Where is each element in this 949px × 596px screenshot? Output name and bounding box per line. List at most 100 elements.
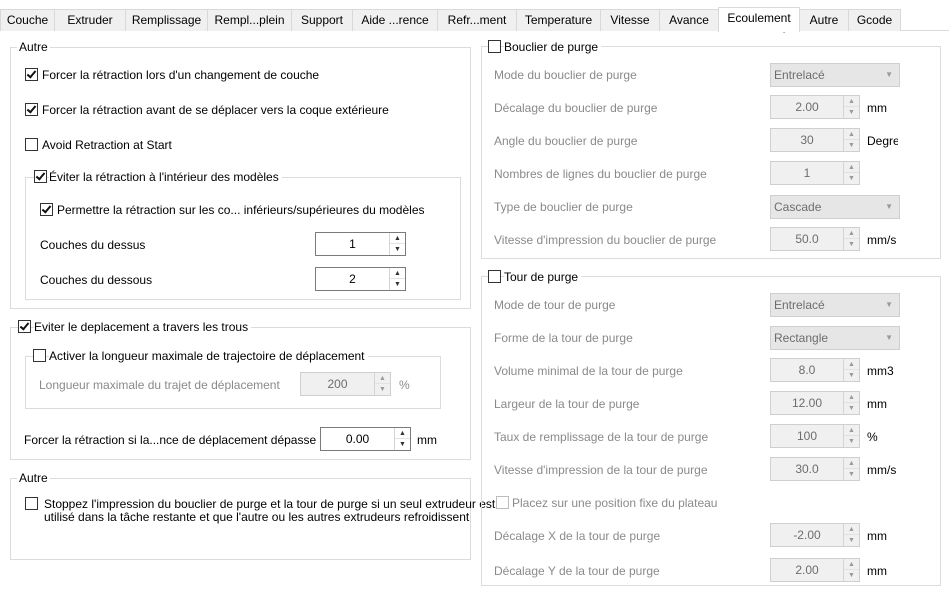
avoid-retract-inside-models-label: Éviter la rétraction à l'intérieur des m… bbox=[49, 170, 282, 184]
tower-fill-unit: % bbox=[867, 430, 878, 444]
tab-extruder[interactable]: Extruder bbox=[54, 9, 126, 31]
spin-down-icon[interactable]: ▼ bbox=[844, 107, 859, 118]
shield-speed-spin-arrows: ▲ ▼ bbox=[843, 228, 859, 250]
spin-down-icon[interactable]: ▼ bbox=[844, 469, 859, 480]
tower-fill-spin-arrows: ▲ ▼ bbox=[843, 425, 859, 447]
spin-up-icon[interactable]: ▲ bbox=[844, 524, 859, 535]
tower-speed-value: 30.0 bbox=[795, 462, 819, 476]
spin-down-icon[interactable]: ▼ bbox=[395, 439, 410, 450]
spin-up-icon[interactable]: ▲ bbox=[844, 559, 859, 570]
tab-aide-adherence[interactable]: Aide ...rence bbox=[352, 9, 438, 31]
bottom-layers-value: 2 bbox=[349, 272, 356, 286]
purge-tower-title: Tour de purge bbox=[504, 270, 582, 284]
tower-fixed-position-checkbox[interactable] bbox=[496, 496, 509, 509]
spin-up-icon[interactable]: ▲ bbox=[390, 233, 405, 244]
purge-tower-checkbox[interactable] bbox=[488, 270, 501, 283]
force-retract-distance-spinbox[interactable]: 0.00 ▲ ▼ bbox=[320, 427, 411, 451]
tower-min-volume-spinbox[interactable]: 8.0 ▲ ▼ bbox=[770, 358, 860, 382]
tower-offset-y-unit: mm bbox=[867, 564, 887, 578]
force-retract-outer-shell-label: Forcer la rétraction avant de se déplace… bbox=[42, 103, 389, 117]
tower-offset-y-spinbox[interactable]: 2.00 ▲ ▼ bbox=[770, 558, 860, 582]
shield-offset-spinbox[interactable]: 2.00 ▲ ▼ bbox=[770, 95, 860, 119]
force-retract-outer-shell-checkbox[interactable] bbox=[25, 103, 38, 116]
spin-down-icon[interactable]: ▼ bbox=[844, 140, 859, 151]
spin-down-icon[interactable]: ▼ bbox=[844, 403, 859, 414]
tower-fill-spinbox[interactable]: 100 ▲ ▼ bbox=[770, 424, 860, 448]
tab-ecoulement[interactable]: Ecoulement bbox=[718, 7, 800, 32]
spin-up-icon[interactable]: ▲ bbox=[844, 162, 859, 173]
force-retract-layer-change-checkbox[interactable] bbox=[25, 68, 38, 81]
top-layers-spinbox[interactable]: 1 ▲ ▼ bbox=[315, 232, 406, 256]
tab-temperature[interactable]: Temperature bbox=[516, 9, 601, 31]
shield-speed-spinbox[interactable]: 50.0 ▲ ▼ bbox=[770, 227, 860, 251]
shield-offset-unit: mm bbox=[867, 101, 887, 115]
tower-shape-select[interactable]: Rectangle ▼ bbox=[770, 326, 900, 350]
tab-couche[interactable]: Couche bbox=[0, 9, 55, 31]
tower-mode-label: Mode de tour de purge bbox=[494, 298, 616, 312]
tab-bar: Couche Extruder Remplissage Rempl...plei… bbox=[0, 0, 949, 32]
stop-purge-label-line2: utilisé dans la tâche restante et que l'… bbox=[44, 510, 470, 524]
tab-remplissage-plein[interactable]: Rempl...plein bbox=[207, 9, 292, 31]
tower-mode-select[interactable]: Entrelacé ▼ bbox=[770, 293, 900, 317]
spin-up-icon[interactable]: ▲ bbox=[844, 359, 859, 370]
force-retract-distance-spin-arrows: ▲ ▼ bbox=[394, 428, 410, 450]
force-retract-distance-label: Forcer la rétraction si la...nce de dépl… bbox=[24, 433, 317, 447]
spin-down-icon[interactable]: ▼ bbox=[844, 535, 859, 546]
shield-speed-unit: mm/s bbox=[867, 233, 897, 247]
tower-width-spinbox[interactable]: 12.00 ▲ ▼ bbox=[770, 391, 860, 415]
tower-min-volume-unit: mm3 bbox=[867, 364, 894, 378]
avoid-retraction-start-label: Avoid Retraction at Start bbox=[42, 138, 172, 152]
spin-up-icon[interactable]: ▲ bbox=[844, 458, 859, 469]
tower-width-value: 12.00 bbox=[791, 396, 823, 410]
tower-speed-spinbox[interactable]: 30.0 ▲ ▼ bbox=[770, 457, 860, 481]
spin-up-icon[interactable]: ▲ bbox=[395, 428, 410, 439]
avoid-retract-inside-models-checkbox[interactable] bbox=[34, 170, 47, 183]
tab-refroidissement[interactable]: Refr...ment bbox=[437, 9, 517, 31]
shield-mode-label: Mode du bouclier de purge bbox=[494, 68, 637, 82]
tab-avance[interactable]: Avance bbox=[659, 9, 719, 31]
max-travel-length-spinbox[interactable]: 200 ▲ ▼ bbox=[300, 372, 391, 396]
spin-down-icon[interactable]: ▼ bbox=[375, 384, 390, 395]
spin-down-icon[interactable]: ▼ bbox=[844, 570, 859, 581]
tower-offset-x-spin-arrows: ▲ ▼ bbox=[843, 524, 859, 546]
spin-down-icon[interactable]: ▼ bbox=[844, 436, 859, 447]
tab-autre[interactable]: Autre bbox=[799, 9, 849, 31]
max-travel-checkbox[interactable] bbox=[33, 349, 46, 362]
spin-down-icon[interactable]: ▼ bbox=[844, 173, 859, 184]
shield-type-value: Cascade bbox=[774, 200, 822, 214]
spin-up-icon[interactable]: ▲ bbox=[844, 392, 859, 403]
spin-up-icon[interactable]: ▲ bbox=[390, 268, 405, 279]
avoid-holes-checkbox[interactable] bbox=[18, 320, 31, 333]
tab-gcode[interactable]: Gcode bbox=[848, 9, 901, 31]
spin-down-icon[interactable]: ▼ bbox=[390, 244, 405, 255]
shield-lines-spin-arrows: ▲ ▼ bbox=[843, 162, 859, 184]
allow-retract-top-bottom-checkbox[interactable] bbox=[40, 203, 53, 216]
spin-up-icon[interactable]: ▲ bbox=[844, 425, 859, 436]
tab-remplissage[interactable]: Remplissage bbox=[125, 9, 208, 31]
tower-mode-value: Entrelacé bbox=[774, 298, 825, 312]
shield-angle-spinbox[interactable]: 30 ▲ ▼ bbox=[770, 128, 860, 152]
shield-lines-spinbox[interactable]: 1 ▲ ▼ bbox=[770, 161, 860, 185]
tab-vitesse[interactable]: Vitesse bbox=[600, 9, 660, 31]
bottom-layers-spin-arrows: ▲ ▼ bbox=[389, 268, 405, 290]
shield-mode-select[interactable]: Entrelacé ▼ bbox=[770, 63, 900, 87]
spin-down-icon[interactable]: ▼ bbox=[390, 279, 405, 290]
bottom-layers-spinbox[interactable]: 2 ▲ ▼ bbox=[315, 267, 406, 291]
spin-up-icon[interactable]: ▲ bbox=[844, 228, 859, 239]
spin-down-icon[interactable]: ▼ bbox=[844, 239, 859, 250]
tower-offset-y-spin-arrows: ▲ ▼ bbox=[843, 559, 859, 581]
spin-down-icon[interactable]: ▼ bbox=[844, 370, 859, 381]
tower-offset-y-label: Décalage Y de la tour de purge bbox=[494, 564, 660, 578]
tab-support[interactable]: Support bbox=[291, 9, 353, 31]
shield-type-select[interactable]: Cascade ▼ bbox=[770, 195, 900, 219]
shield-angle-unit: Degres bbox=[867, 134, 898, 148]
avoid-retraction-start-checkbox[interactable] bbox=[25, 138, 38, 151]
group-autre-2-title: Autre bbox=[17, 471, 50, 485]
spin-up-icon[interactable]: ▲ bbox=[844, 96, 859, 107]
tower-width-unit: mm bbox=[867, 397, 887, 411]
spin-up-icon[interactable]: ▲ bbox=[844, 129, 859, 140]
spin-up-icon[interactable]: ▲ bbox=[375, 373, 390, 384]
stop-purge-checkbox[interactable] bbox=[25, 497, 38, 510]
tower-offset-x-spinbox[interactable]: -2.00 ▲ ▼ bbox=[770, 523, 860, 547]
purge-shield-checkbox[interactable] bbox=[488, 40, 501, 53]
